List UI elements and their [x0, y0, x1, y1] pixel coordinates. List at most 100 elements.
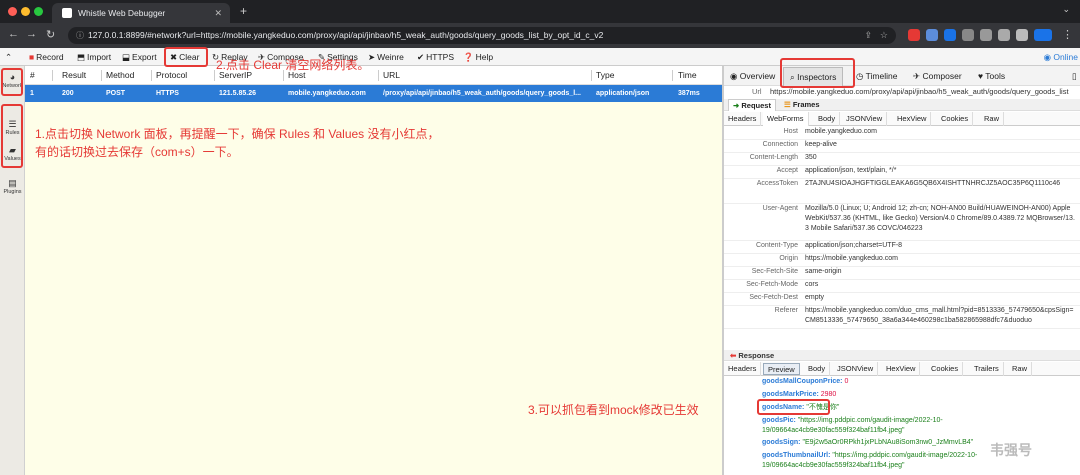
url-text: 127.0.0.1:8899/#network?url=https://mobi…: [88, 30, 604, 40]
url-input[interactable]: ⓘ 127.0.0.1:8899/#network?url=https://mo…: [68, 27, 896, 44]
tab-timeline[interactable]: ◷ Timeline: [856, 66, 897, 86]
close-tab-icon[interactable]: ✕: [214, 3, 222, 23]
tab-body[interactable]: Body: [814, 112, 841, 126]
column-header-time[interactable]: Time: [678, 66, 697, 85]
tab-trailers[interactable]: Trailers: [970, 362, 1004, 376]
column-header-url[interactable]: URL: [383, 66, 400, 85]
info-icon[interactable]: ⓘ: [76, 27, 84, 44]
import-button[interactable]: ⬒ Import: [77, 48, 111, 66]
header-key: Content-Length: [749, 154, 798, 161]
tab-title: Whistle Web Debugger: [78, 8, 166, 18]
column-header-result[interactable]: Result: [62, 66, 86, 85]
tab-frames[interactable]: ☰ Frames: [784, 99, 820, 111]
tab-raw[interactable]: Raw: [1008, 362, 1033, 376]
more-tabs-icon[interactable]: ▯: [1072, 66, 1077, 86]
request-section-tabs: ➜ Request ☰ Frames: [724, 99, 1080, 111]
cell-protocol: HTTPS: [156, 90, 179, 97]
close-window-button[interactable]: [8, 7, 17, 16]
extension-icon[interactable]: [926, 29, 938, 41]
bookmark-star-icon[interactable]: ☆: [880, 27, 888, 44]
header-row: Referer https://mobile.yangkeduo.com/duo_…: [724, 306, 1080, 329]
header-row: AccessToken 2TAJNU4SIOAJHGFTIGGLEAKA6G5QB…: [724, 179, 1080, 204]
export-icon: ⬓: [122, 52, 131, 62]
weinre-label: Weinre: [377, 52, 404, 62]
help-label: Help: [475, 52, 494, 62]
whistle-toolbar: ⌃ ■ Record ⬒ Import ⬓ Export ✖ Clear ↻ Replay…: [0, 48, 1080, 66]
record-button[interactable]: ■ Record: [29, 48, 64, 66]
minimize-window-button[interactable]: [21, 7, 30, 16]
menu-icon[interactable]: ⋮: [1062, 28, 1073, 41]
frames-icon: ☰: [784, 100, 793, 109]
export-label: Export: [132, 52, 157, 62]
watermark: 韦强号: [990, 442, 1032, 458]
column-header-protocol[interactable]: Protocol: [156, 66, 187, 85]
profile-avatar[interactable]: [1034, 29, 1052, 41]
tab-body[interactable]: Body: [804, 362, 831, 376]
cell-result: 200: [62, 90, 74, 97]
header-value: same-origin: [805, 268, 842, 275]
maximize-window-button[interactable]: [34, 7, 43, 16]
header-value: https://mobile.yangkeduo.com: [805, 255, 898, 262]
share-icon[interactable]: ⇪: [864, 27, 872, 44]
column-divider: [591, 70, 592, 81]
tab-jsonview[interactable]: JSONView: [833, 362, 879, 376]
table-row[interactable]: 1 200 POST HTTPS 121.5.85.26 mobile.yang…: [25, 85, 723, 102]
reload-icon[interactable]: ↻: [46, 28, 55, 41]
tab-jsonview[interactable]: JSONView: [842, 112, 888, 126]
sidebar-item-plugins[interactable]: ▤ Plugins: [0, 174, 25, 200]
https-button[interactable]: ✔ HTTPS: [417, 48, 454, 66]
sidebar-item-label: Plugins: [3, 189, 22, 195]
json-value: "E9j2w5aOr0RPkh1jxPLbNAu8iSom3nw0_JzMmvL…: [802, 439, 974, 446]
tab-webforms[interactable]: WebForms: [763, 112, 809, 126]
request-subtabs: Headers WebForms Body JSONView HexView C…: [724, 112, 1080, 126]
online-status[interactable]: ◉ Online: [1044, 48, 1080, 66]
tab-request[interactable]: ➜ Request: [728, 99, 776, 111]
tab-overview[interactable]: ◉ Overview: [730, 66, 775, 86]
tab-preview[interactable]: Preview: [763, 363, 800, 375]
header-key: Sec-Fetch-Dest: [749, 294, 798, 301]
header-row: Sec-Fetch-Mode cors: [724, 280, 1080, 293]
json-value: 0: [844, 378, 849, 385]
header-value: mobile.yangkeduo.com: [805, 128, 877, 135]
header-row: Host mobile.yangkeduo.com: [724, 127, 1080, 140]
export-button[interactable]: ⬓ Export: [122, 48, 157, 66]
back-icon[interactable]: ←: [8, 28, 19, 40]
tab-hexview[interactable]: HexView: [893, 112, 932, 126]
sidebar-icon[interactable]: [1016, 29, 1028, 41]
json-key: goodsMarkPrice:: [762, 391, 819, 398]
tab-cookies[interactable]: Cookies: [927, 362, 964, 376]
tab-composer[interactable]: ✈ Composer: [913, 66, 962, 86]
new-tab-icon[interactable]: +: [240, 4, 247, 18]
weinre-button[interactable]: ➤ Weinre: [368, 48, 404, 66]
adblock-extension-icon[interactable]: [908, 29, 920, 41]
extension-icon[interactable]: [944, 29, 956, 41]
extension-icon[interactable]: [980, 29, 992, 41]
tab-hexview[interactable]: HexView: [882, 362, 921, 376]
tab-cookies[interactable]: Cookies: [937, 112, 974, 126]
extension-icon[interactable]: [962, 29, 974, 41]
column-divider: [378, 70, 379, 81]
tab-headers[interactable]: Headers: [724, 362, 762, 376]
puzzle-icon[interactable]: [998, 29, 1010, 41]
tab-tools[interactable]: ♥ Tools: [978, 66, 1005, 86]
help-button[interactable]: ❓ Help: [463, 48, 493, 66]
forward-icon[interactable]: →: [26, 28, 37, 40]
tab-raw[interactable]: Raw: [980, 112, 1005, 126]
header-key: Referer: [774, 307, 798, 314]
annotation-step1-cont: 有的话切换过去保存（com+s）一下。: [35, 145, 239, 159]
column-header-num[interactable]: #: [30, 66, 35, 85]
https-label: HTTPS: [426, 52, 454, 62]
column-header-type[interactable]: Type: [596, 66, 614, 85]
header-row: Content-Type application/json;charset=UTF…: [724, 241, 1080, 254]
annotation-step2: 2.点击 Clear 清空网络列表。: [216, 58, 370, 72]
record-label: Record: [36, 52, 64, 62]
browser-tab[interactable]: Whistle Web Debugger ✕: [52, 3, 230, 23]
lock-icon: ✔: [417, 52, 425, 62]
tab-headers[interactable]: Headers: [724, 112, 762, 126]
collapse-icon[interactable]: ⌃: [5, 48, 12, 66]
header-key: User-Agent: [762, 205, 798, 212]
tab-search-icon[interactable]: ⌄: [1062, 4, 1070, 15]
column-header-method[interactable]: Method: [106, 66, 134, 85]
header-row: Origin https://mobile.yangkeduo.com: [724, 254, 1080, 267]
response-subtabs: Headers Preview Body JSONView HexView Co…: [724, 362, 1080, 376]
